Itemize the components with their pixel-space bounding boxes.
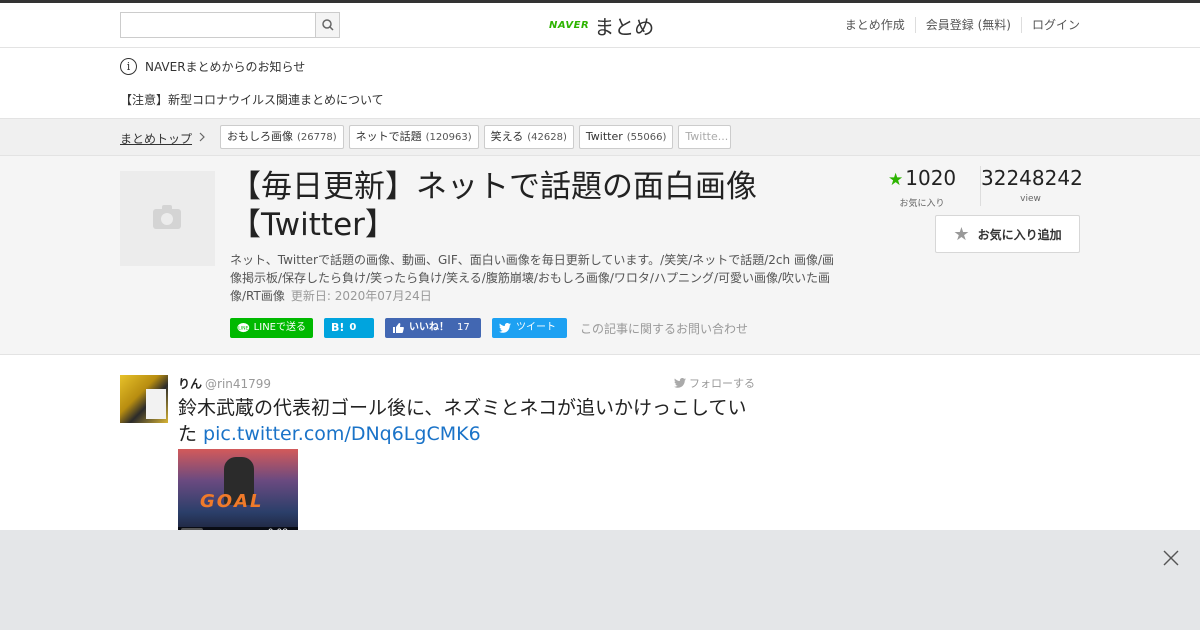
facebook-like-count: 17 [457, 322, 470, 333]
breadcrumb: まとめトップ おもしろ画像 (26778) ネットで話題 (120963) 笑える(… [0, 118, 1200, 156]
search-button[interactable] [315, 13, 339, 37]
ad-banner [0, 530, 1200, 630]
tweet-video-thumbnail[interactable]: GOAL 0:08 [178, 449, 298, 539]
tag-laughable[interactable]: 笑える (42628) [483, 125, 574, 149]
favorites-label: お気に入り [899, 199, 945, 209]
line-share-button[interactable]: LINE LINEで送る [230, 318, 313, 338]
twitter-bird-icon [673, 378, 686, 388]
tweet-button[interactable]: ツイート [492, 318, 567, 338]
add-favorite-label: お気に入り追加 [977, 227, 1062, 242]
site-header: NAVER まとめ まとめ作成 会員登録 (無料) ログイン [0, 3, 1200, 48]
updated-date: 更新日: 2020年07月24日 [290, 289, 432, 303]
favorites-stat: ★ 1020 お気に入り [888, 166, 956, 209]
add-favorite-button[interactable]: ★ お気に入り追加 [935, 215, 1080, 253]
views-count: 32248242 [981, 166, 1083, 190]
nav-create-matome[interactable]: まとめ作成 [835, 17, 915, 33]
tweet-author-handle: @rin41799 [205, 377, 272, 391]
article-stats: ★ 1020 お気に入り 32248242 view [880, 166, 1083, 216]
tag-funny-images[interactable]: おもしろ画像 (26778) [220, 125, 344, 149]
share-bar: LINE LINEで送る B! 0 いいね！ 17 ツイート この記事に関するお… [230, 318, 748, 338]
star-outline-icon: ★ [953, 223, 970, 245]
camera-icon [153, 205, 181, 229]
favorites-count: 1020 [905, 166, 957, 190]
search-box [120, 12, 340, 38]
logo-matome: まとめ [594, 14, 655, 39]
thumbs-up-icon [393, 323, 404, 333]
views-label: view [1020, 194, 1041, 204]
article-thumbnail [120, 171, 215, 266]
tweet-author[interactable]: りん @rin41799 [178, 375, 271, 392]
tag-twitter[interactable]: Twitter (55066) [578, 125, 674, 149]
logo-naver: NAVER [549, 19, 590, 31]
tweet-text: 鈴木武蔵の代表初ゴール後に、ネズミとネコが追いかけっこしていた pic.twit… [178, 397, 747, 445]
breadcrumb-top-link[interactable]: まとめトップ [120, 130, 192, 147]
article-description: ネット、Twitterで話題の画像、動画、GIF、面白い画像を毎日更新しています… [230, 251, 845, 305]
naver-matome-logo[interactable]: NAVER まとめ [549, 11, 654, 39]
notice-heading: i NAVERまとめからのお知らせ [120, 58, 305, 75]
tweet-media-link[interactable]: pic.twitter.com/DNq6LgCMK6 [203, 423, 481, 445]
article-header: 【毎日更新】ネットで話題の面白画像【Twitter】 ネット、Twitterで話… [0, 156, 1200, 355]
tag-net-topics[interactable]: ネットで話題 (120963) [348, 125, 479, 149]
svg-text:LINE: LINE [238, 325, 248, 331]
star-icon: ★ [888, 170, 904, 190]
twitter-bird-icon [499, 323, 511, 333]
nav-register[interactable]: 会員登録 (無料) [914, 17, 1021, 33]
search-input[interactable] [121, 13, 315, 37]
hatena-icon: B! [331, 321, 345, 334]
views-stat: 32248242 view [980, 166, 1083, 206]
header-nav: まとめ作成 会員登録 (無料) ログイン [835, 17, 1080, 33]
notice-link[interactable]: 【注意】新型コロナウイルス関連まとめについて [120, 91, 384, 108]
hatena-bookmark-button[interactable]: B! 0 [324, 318, 374, 338]
close-icon[interactable] [1161, 548, 1181, 568]
nav-login[interactable]: ログイン [1020, 17, 1080, 33]
chevron-right-icon [198, 129, 206, 148]
hatena-count: 0 [349, 322, 357, 333]
tag-list: おもしろ画像 (26778) ネットで話題 (120963) 笑える (42628) … [220, 125, 736, 149]
article-title: 【毎日更新】ネットで話題の面白画像【Twitter】 [230, 169, 757, 243]
inquiry-link[interactable]: この記事に関するお問い合わせ [580, 320, 748, 337]
notice-title: NAVERまとめからのお知らせ [145, 60, 306, 74]
avatar[interactable] [120, 375, 168, 423]
search-icon [322, 19, 334, 31]
video-goal-text: GOAL [200, 491, 264, 512]
info-icon: i [120, 58, 137, 75]
tweet-author-name: りん [178, 377, 203, 391]
tag-twitter-more[interactable]: Twitte... [678, 125, 732, 149]
line-icon: LINE [237, 323, 250, 333]
facebook-like-button[interactable]: いいね！ 17 [385, 318, 481, 338]
follow-button[interactable]: フォローする [673, 375, 755, 391]
